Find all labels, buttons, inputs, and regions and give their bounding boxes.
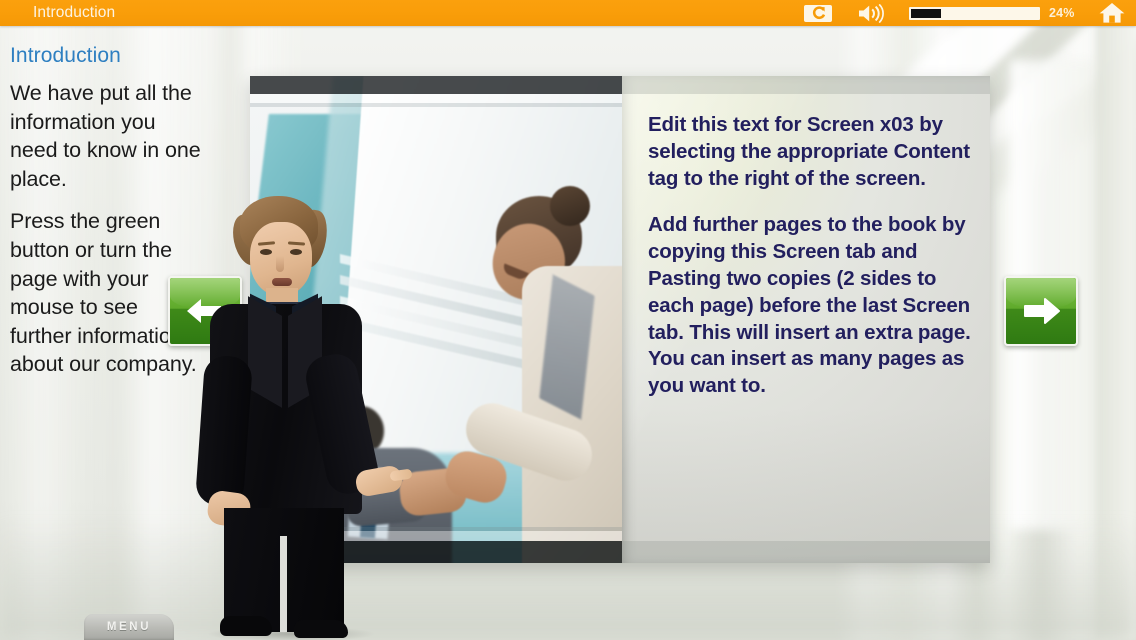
left-column-paragraph-1: We have put all the information you need… <box>10 81 201 191</box>
progress-percent-label: 24% <box>1049 6 1075 20</box>
right-page-body: Edit this text for Screen x03 by selecti… <box>648 112 976 420</box>
arrow-right-icon <box>1024 298 1060 324</box>
left-column-heading: Introduction <box>10 44 121 67</box>
presenter-leg-gap <box>280 536 287 632</box>
menu-tab-button[interactable]: MENU <box>84 614 174 640</box>
progress-bar[interactable]: 24% <box>909 6 1079 20</box>
progress-fill <box>911 8 942 18</box>
presenter-mouth <box>272 278 292 286</box>
next-page-button[interactable] <box>1004 276 1078 346</box>
home-button[interactable] <box>1099 2 1125 24</box>
presenter-lapel-left <box>248 296 282 408</box>
right-page-paragraph-1: Edit this text for Screen x03 by selecti… <box>648 113 970 190</box>
speaker-icon <box>859 3 884 23</box>
photo-top-strip <box>250 76 622 94</box>
home-icon <box>1099 3 1125 23</box>
page-bottom-strip <box>622 541 990 563</box>
menu-tab-label: MENU <box>106 621 152 633</box>
page-top-strip <box>622 76 990 94</box>
presenter-nose <box>276 256 284 272</box>
photo-woman-bun <box>550 186 590 226</box>
volume-button[interactable] <box>858 3 885 23</box>
top-bar-controls: 24% <box>804 2 1136 24</box>
progress-track[interactable] <box>909 6 1040 20</box>
slide-stage: Introduction 24% Introduction We have pu… <box>0 0 1136 640</box>
book-page-right-text[interactable]: Edit this text for Screen x03 by selecti… <box>622 76 990 563</box>
presenter-shoe-left <box>220 616 272 636</box>
presenter-figure <box>194 196 413 640</box>
top-bar: Introduction 24% <box>0 0 1136 26</box>
presenter-eye-right <box>290 249 302 255</box>
replay-icon <box>812 6 825 20</box>
presenter-shoe-right <box>294 620 348 638</box>
page-title: Introduction <box>33 4 116 21</box>
right-page-paragraph-2: Add further pages to the book by copying… <box>648 213 971 398</box>
presenter-eye-left <box>260 249 272 255</box>
replay-button[interactable] <box>804 4 832 22</box>
